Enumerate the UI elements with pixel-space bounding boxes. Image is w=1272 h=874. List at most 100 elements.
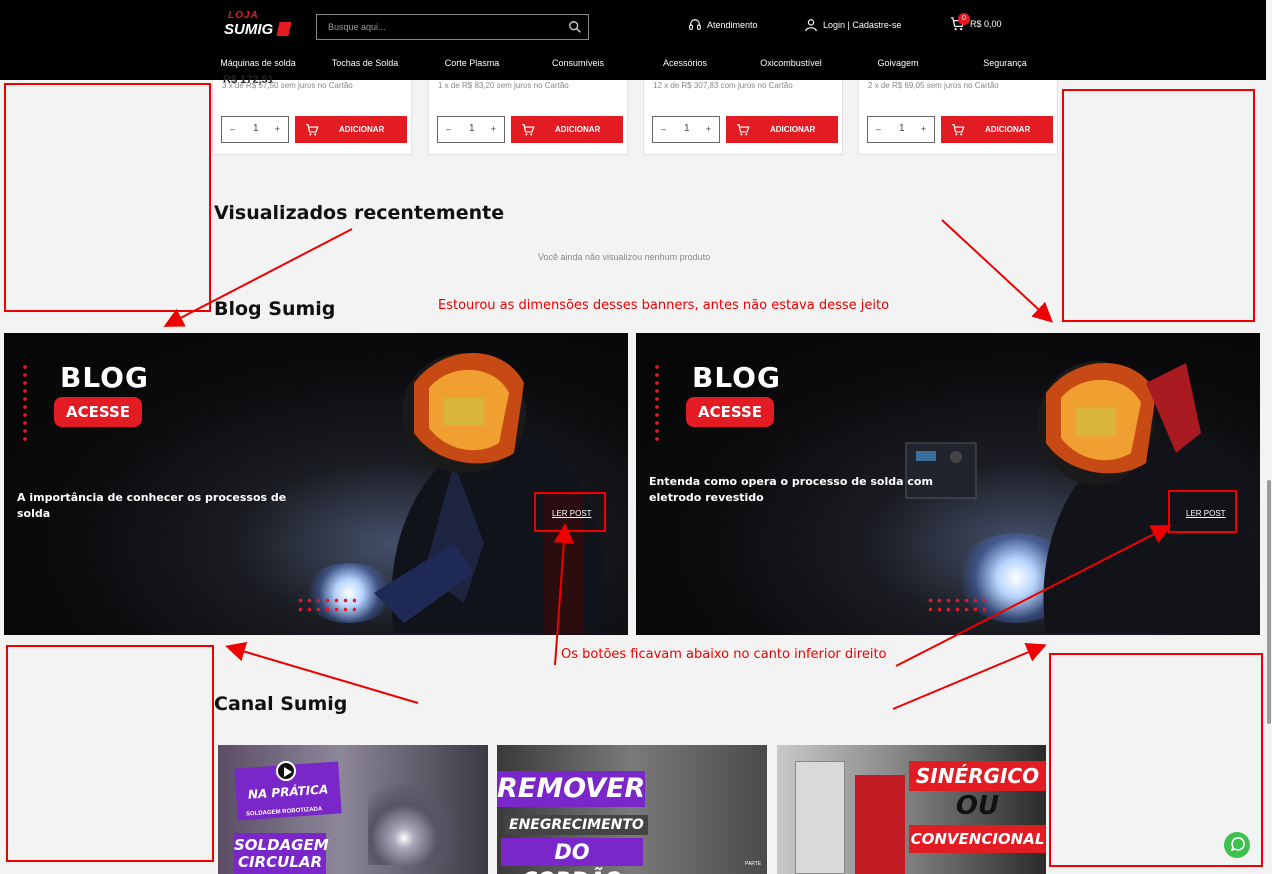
qty-plus-button[interactable]: + [275, 124, 280, 134]
recent-empty-message: Você ainda não visualizou nenhum produto [538, 252, 711, 262]
qty-value[interactable]: 1 [899, 123, 905, 134]
qty-value[interactable]: 1 [253, 123, 259, 134]
blog-banner[interactable]: BLOG ACESSE A importância de conhecer os… [4, 333, 628, 635]
product-card: 12 x de R$ 307,83 com juros no Cartão – … [643, 80, 843, 155]
annotation-box [1062, 89, 1255, 322]
nav-item-goivagem[interactable]: Goivagem [877, 58, 918, 68]
machine-image [855, 775, 905, 874]
qty-value[interactable]: 1 [684, 123, 690, 134]
product-card: 2 x de R$ 69,05 sem juros no Cartão – 1 … [858, 80, 1058, 155]
welder-image [374, 353, 604, 633]
blog-banner[interactable]: BLOG ACESSE Entenda como opera o process… [636, 333, 1260, 635]
qty-plus-button[interactable]: + [491, 124, 496, 134]
logo-mark [276, 22, 292, 36]
add-to-cart-button[interactable]: ADICIONAR [295, 116, 407, 143]
support-label: Atendimento [707, 20, 758, 30]
annotation-box [4, 83, 211, 312]
banner-label: BLOG [692, 361, 781, 394]
add-to-cart-button[interactable]: ADICIONAR [726, 116, 838, 143]
video-part-tag: PARTE [745, 861, 762, 867]
scrollbar-thumb[interactable] [1267, 480, 1271, 724]
nav-item-corte-plasma[interactable]: Corte Plasma [445, 58, 500, 68]
recent-title: Visualizados recentemente [214, 202, 505, 224]
store-logo[interactable]: LOJA SUMIG [224, 10, 294, 40]
product-installment: 2 x de R$ 69,05 sem juros no Cartão [868, 81, 999, 90]
qty-minus-button[interactable]: – [876, 124, 881, 134]
nav-item-maquinas[interactable]: Máquinas de solda [220, 58, 296, 68]
whatsapp-icon[interactable] [1224, 832, 1250, 858]
banner-cta-button[interactable]: ACESSE [686, 397, 774, 427]
annotation-box [1168, 490, 1237, 533]
add-to-cart-label: ADICIONAR [339, 125, 385, 134]
add-to-cart-button[interactable]: ADICIONAR [511, 116, 623, 143]
nav-item-tochas[interactable]: Tochas de Solda [332, 58, 399, 68]
video-title-2: REMOVER [497, 771, 645, 807]
qty-minus-button[interactable]: – [230, 124, 235, 134]
quantity-stepper: – 1 + [867, 116, 935, 143]
video-thumbnail[interactable]: NA PRÁTICA SOLDAGEM ROBOTIZADA SOLDAGEM … [218, 745, 488, 874]
video-title-3b: CONVENCIONAL [909, 825, 1046, 853]
qty-plus-button[interactable]: + [921, 124, 926, 134]
login-label: Login | Cadastre-se [823, 20, 902, 30]
video-subtitle-2: ENEGRECIMENTO [505, 815, 648, 835]
blog-title: Blog Sumig [214, 298, 336, 320]
banner-description: A importância de conhecer os processos d… [17, 491, 287, 520]
video-thumbnail[interactable]: SINÉRGICO OU CONVENCIONAL [777, 745, 1046, 874]
video-title-1b: SOLDAGEM CIRCULAR [234, 833, 329, 874]
headset-icon [689, 19, 701, 30]
robot-image [368, 775, 458, 865]
cart-icon [952, 124, 965, 136]
product-installment: 12 x de R$ 307,83 com juros no Cartão [653, 81, 793, 90]
cart-icon [306, 124, 319, 136]
product-card: 1 x de R$ 83,20 sem juros no Cartão – 1 … [428, 80, 628, 155]
qty-minus-button[interactable]: – [661, 124, 666, 134]
add-to-cart-label: ADICIONAR [985, 125, 1031, 134]
site-header: LOJA SUMIG Atendimento Login | Cadastre-… [0, 0, 1272, 80]
add-to-cart-label: ADICIONAR [770, 125, 816, 134]
video-title-3: SINÉRGICO [909, 761, 1046, 791]
qty-value[interactable]: 1 [469, 123, 475, 134]
decorative-red-dots [926, 596, 986, 616]
add-to-cart-button[interactable]: ADICIONAR [941, 116, 1053, 143]
video-thumbnail[interactable]: REMOVER ENEGRECIMENTO DO CORDÃO PARTE [497, 745, 767, 874]
cart-link[interactable]: 0 R$ 0,00 [950, 13, 1002, 31]
cart-count-badge: 0 [958, 13, 970, 25]
play-icon [276, 761, 296, 781]
banner-description: Entenda como opera o processo de solda c… [649, 475, 933, 504]
decorative-dots [22, 363, 28, 441]
logo-text: SUMIG [224, 21, 274, 38]
support-link[interactable]: Atendimento [688, 18, 758, 32]
nav-item-acessorios[interactable]: Acessórios [663, 58, 707, 68]
decorative-red-dots [296, 596, 356, 616]
cart-total: R$ 0,00 [970, 18, 1002, 29]
search-input[interactable] [317, 15, 562, 39]
video-title-2b: DO CORDÃO [501, 838, 643, 874]
banner-label: BLOG [60, 361, 149, 394]
qty-minus-button[interactable]: – [446, 124, 451, 134]
main-nav: Máquinas de solda Tochas de Solda Corte … [210, 58, 1046, 72]
product-installment: 1 x de R$ 83,20 sem juros no Cartão [438, 81, 569, 90]
quantity-stepper: – 1 + [437, 116, 505, 143]
product-installment: 3 x de R$ 57,50 sem juros no Cartão [222, 81, 353, 90]
annotation-note-bottom: Os botões ficavam abaixo no canto inferi… [561, 647, 887, 662]
search-box [316, 14, 589, 40]
annotation-box [6, 645, 214, 862]
decorative-dots [654, 363, 660, 441]
channel-title: Canal Sumig [214, 693, 348, 715]
logo-prefix: LOJA [228, 10, 259, 21]
nav-item-consumiveis[interactable]: Consumíveis [552, 58, 604, 68]
nav-item-oxicombustivel[interactable]: Oxicombustível [760, 58, 822, 68]
machine-image [795, 761, 845, 874]
page-scrollbar[interactable] [1266, 0, 1272, 874]
nav-item-seguranca[interactable]: Segurança [983, 58, 1027, 68]
login-link[interactable]: Login | Cadastre-se [804, 18, 901, 32]
cart-icon [737, 124, 750, 136]
quantity-stepper: – 1 + [221, 116, 289, 143]
search-icon[interactable] [568, 20, 582, 34]
add-to-cart-label: ADICIONAR [555, 125, 601, 134]
banner-cta-button[interactable]: ACESSE [54, 397, 142, 427]
qty-plus-button[interactable]: + [706, 124, 711, 134]
quantity-stepper: – 1 + [652, 116, 720, 143]
annotation-box [534, 492, 606, 532]
product-card: R$ 172,51 3 x de R$ 57,50 sem juros no C… [212, 74, 412, 155]
